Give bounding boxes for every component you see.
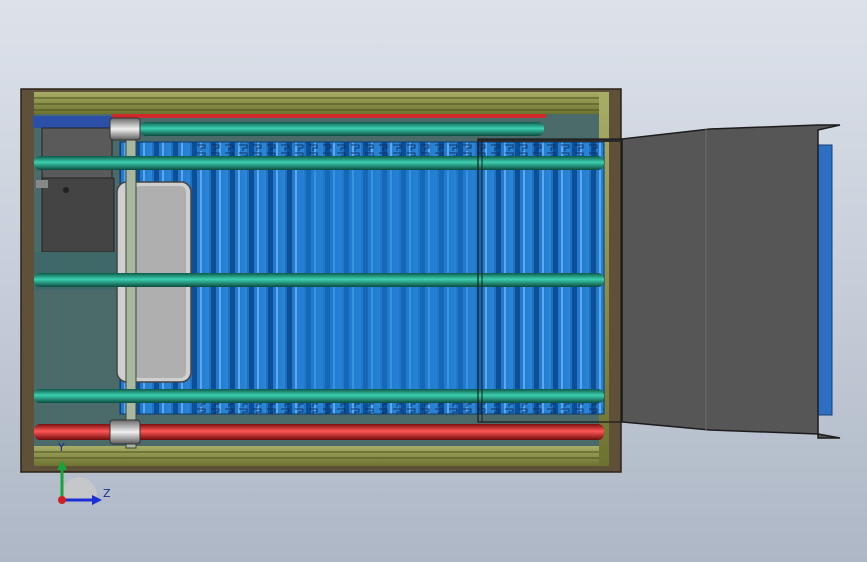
- sprocket-hub-bottom[interactable]: [109, 419, 141, 445]
- top-side-rail: [34, 92, 608, 114]
- green-roller-upper[interactable]: [34, 156, 604, 170]
- sprocket-hub-top[interactable]: [109, 117, 141, 141]
- bottom-side-rail: [34, 446, 608, 466]
- y-axis-label: Y: [58, 441, 65, 454]
- drive-motor[interactable]: [33, 116, 118, 290]
- cad-viewport[interactable]: [0, 0, 867, 562]
- z-axis-label: Z: [103, 487, 111, 500]
- origin-point: [58, 496, 66, 504]
- green-roller-top[interactable]: [140, 122, 544, 136]
- green-roller-middle[interactable]: [34, 273, 604, 287]
- green-roller-lower[interactable]: [34, 389, 604, 403]
- red-rod-top[interactable]: [112, 114, 546, 118]
